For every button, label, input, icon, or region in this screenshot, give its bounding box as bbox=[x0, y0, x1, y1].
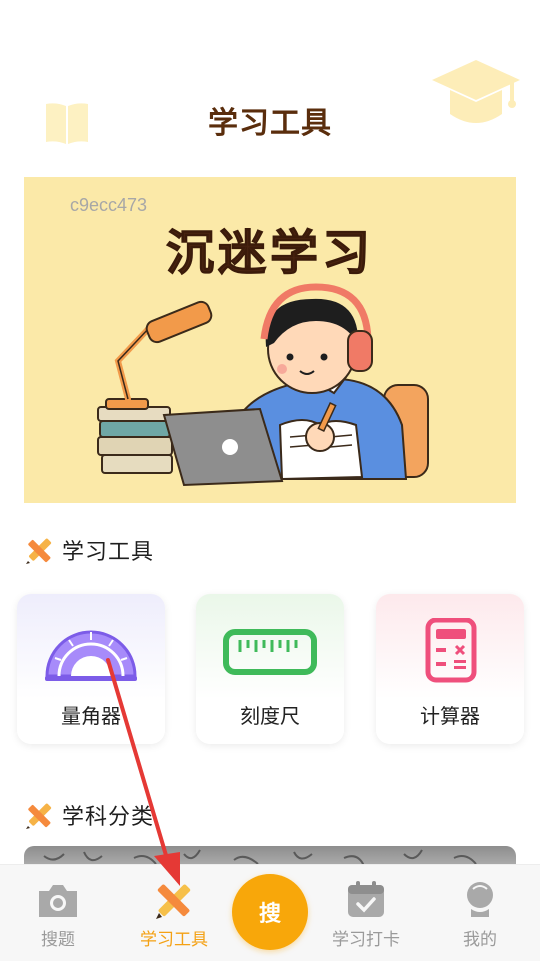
tool-label-protractor: 量角器 bbox=[61, 704, 121, 728]
pencil-ruler-icon bbox=[26, 538, 52, 564]
calendar-check-icon bbox=[348, 881, 384, 917]
banner[interactable]: c9ecc473 沉迷学习 bbox=[24, 177, 516, 503]
section-subjects-label: 学科分类 bbox=[62, 805, 155, 830]
ruler-icon bbox=[223, 629, 317, 675]
pencil-ruler-icon bbox=[156, 884, 191, 919]
pencil-ruler-icon bbox=[26, 803, 52, 829]
calculator-icon bbox=[425, 618, 477, 683]
nav-item-study-checkin[interactable]: 学习打卡 bbox=[316, 879, 416, 950]
banner-title: 沉迷学习 bbox=[165, 225, 374, 282]
tool-card-protractor[interactable]: 量角器 bbox=[17, 594, 165, 744]
nav-label-study-checkin: 学习打卡 bbox=[332, 930, 400, 950]
study-illustration bbox=[97, 283, 429, 487]
section-tools-heading: 学习工具 bbox=[24, 535, 154, 565]
tool-label-ruler: 刻度尺 bbox=[240, 704, 300, 728]
profile-icon bbox=[467, 882, 493, 917]
tool-card-calculator[interactable]: 计算器 bbox=[376, 594, 524, 744]
tool-card-ruler[interactable]: 刻度尺 bbox=[196, 594, 344, 744]
section-subjects-heading: 学科分类 bbox=[24, 800, 154, 830]
search-button[interactable]: 搜 bbox=[232, 874, 308, 950]
nav-label-search-question: 搜题 bbox=[41, 930, 75, 950]
header: 学习工具 bbox=[0, 0, 540, 170]
nav-item-search-question[interactable]: 搜题 bbox=[8, 879, 108, 950]
nav-item-mine[interactable]: 我的 bbox=[430, 879, 530, 950]
section-tools-label: 学习工具 bbox=[62, 540, 155, 565]
nav-label-study-tools: 学习工具 bbox=[140, 930, 208, 950]
nav-label-mine: 我的 bbox=[463, 930, 497, 950]
tool-label-calculator: 计算器 bbox=[420, 704, 480, 728]
protractor-icon bbox=[45, 630, 137, 681]
nav-item-study-tools[interactable]: 学习工具 bbox=[124, 879, 224, 950]
camera-icon bbox=[39, 885, 77, 917]
graduation-cap-icon bbox=[432, 60, 520, 123]
